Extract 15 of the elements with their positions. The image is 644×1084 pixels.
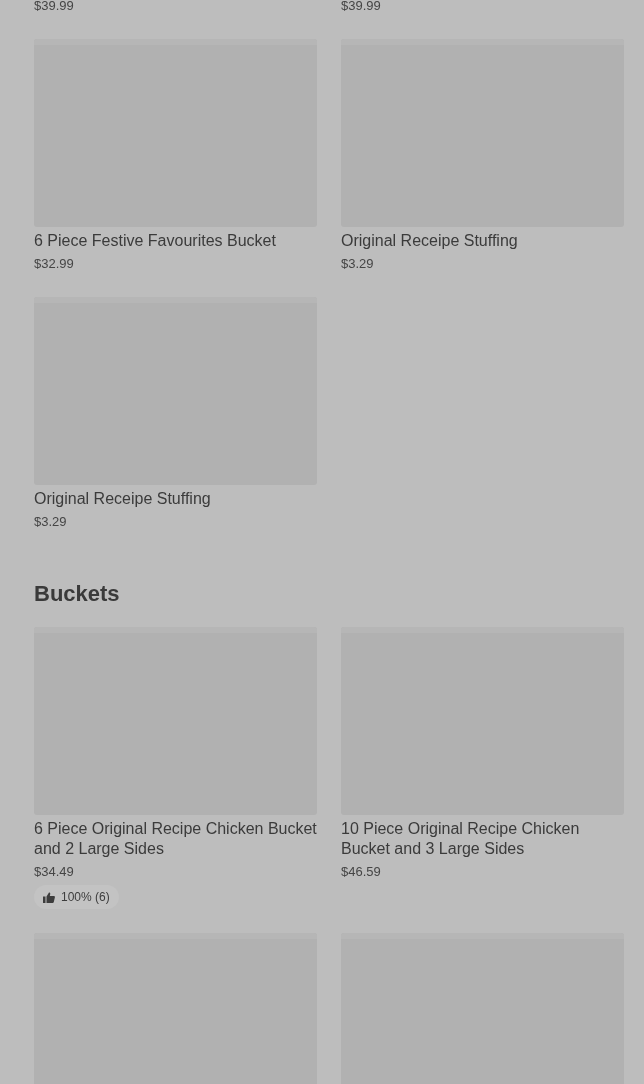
- product-price: $3.29: [34, 513, 68, 531]
- product-price: $32.99: [34, 255, 75, 273]
- product-name[interactable]: 10 Piece Original Recipe Chicken Bucket and 3 Large Sides: [341, 819, 624, 859]
- product-name[interactable]: 6 Piece Original Recipe Chicken Bucket and 2 Large Sides: [34, 819, 317, 859]
- rating-text: 100% (6): [61, 890, 110, 904]
- product-price: $39.99: [34, 0, 75, 15]
- product-price: $39.99: [341, 0, 382, 15]
- product-name[interactable]: Original Receipe Stuffing: [34, 489, 317, 509]
- product-name[interactable]: Original Receipe Stuffing: [341, 231, 624, 251]
- thumbs-up-icon: [43, 891, 55, 903]
- product-price: $34.49: [34, 863, 75, 881]
- product-price: $46.59: [341, 863, 382, 881]
- section-heading: Buckets: [34, 580, 121, 608]
- product-name[interactable]: 6 Piece Festive Favourites Bucket: [34, 231, 317, 251]
- product-price: $3.29: [341, 255, 375, 273]
